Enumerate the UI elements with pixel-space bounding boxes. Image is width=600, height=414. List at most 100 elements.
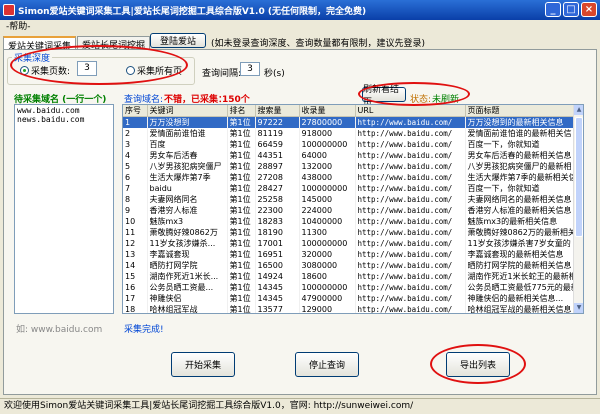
table-cell: 哈林组冠军战的最新相关信息 <box>465 304 576 313</box>
col-header-indexed[interactable]: 收录量 <box>299 105 356 117</box>
table-cell: 27208 <box>255 172 300 183</box>
table-cell: 晒防打网学院 <box>147 260 228 271</box>
start-collect-button[interactable]: 开始采集 <box>171 352 235 377</box>
table-cell: http://www.baidu.com/ <box>355 238 466 249</box>
table-scrollbar[interactable]: ▲ ▼ <box>573 105 583 313</box>
col-header-index[interactable]: 序号 <box>123 105 148 117</box>
login-button[interactable]: 登陆爱站 <box>150 33 206 48</box>
table-cell: http://www.baidu.com/ <box>355 260 466 271</box>
table-row[interactable]: 8 夫妻网络同名 第1位 25258 145000 http://www.baidu.co… <box>123 194 576 205</box>
table-cell: 第1位 <box>227 293 256 304</box>
table-cell: 64000 <box>299 150 356 161</box>
table-cell: 万万没想到 <box>147 116 228 128</box>
radio-checked-icon <box>20 66 29 75</box>
table-cell: 11岁女孩涉嫌杀害7岁女童的 <box>465 238 576 249</box>
table-cell: http://www.baidu.com/ <box>355 271 466 282</box>
stop-query-button[interactable]: 停止查询 <box>295 352 359 377</box>
table-row[interactable]: 1 万万没想到 第1位 97222 27800000 http://www.baidu.c… <box>123 116 576 128</box>
table-row[interactable]: 14 晒防打网学院 第1位 16500 3080000 http://www.baidu.… <box>123 260 576 271</box>
table-cell: 神雕侠侣 <box>147 293 228 304</box>
close-icon[interactable]: × <box>581 2 597 17</box>
table-cell: 13577 <box>255 304 300 313</box>
table-cell: 第1位 <box>227 216 256 227</box>
table-row[interactable]: 18 哈林组冠军战 第1位 13577 129000 http://www.baidu.c… <box>123 304 576 313</box>
col-header-search-volume[interactable]: 搜索量 <box>255 105 300 117</box>
table-cell: 11300 <box>299 227 356 238</box>
table-cell: 100000000 <box>299 282 356 293</box>
table-cell: 爱情面前谁怕谁 <box>147 128 228 139</box>
col-header-rank[interactable]: 排名 <box>227 105 256 117</box>
table-cell: 第1位 <box>227 183 256 194</box>
table-cell: 1 <box>123 116 148 128</box>
table-cell: 百度一下，你就知道 <box>465 139 576 150</box>
table-cell: http://www.baidu.com/ <box>355 161 466 172</box>
table-row[interactable]: 6 生活大爆炸第7季 第1位 27208 438000 http://www.baidu.… <box>123 172 576 183</box>
table-cell: 10400000 <box>299 216 356 227</box>
table-cell: 14345 <box>255 293 300 304</box>
pages-radio[interactable]: 采集页数: <box>20 64 70 77</box>
table-cell: 17001 <box>255 238 300 249</box>
maximize-icon[interactable]: □ <box>563 2 579 17</box>
pages-radio-label: 采集页数: <box>31 67 71 77</box>
table-cell: 生活大爆炸第7季 <box>147 172 228 183</box>
table-row[interactable]: 11 萧敬腾好辣0862万 第1位 18190 11300 http://www.baid… <box>123 227 576 238</box>
table-cell: 44351 <box>255 150 300 161</box>
table-row[interactable]: 12 11岁女孩涉嫌杀... 第1位 17001 100000000 http://www… <box>123 238 576 249</box>
table-cell: 第1位 <box>227 271 256 282</box>
col-header-url[interactable]: URL <box>355 105 466 117</box>
minimize-icon[interactable]: _ <box>545 2 561 17</box>
table-cell: 17 <box>123 293 148 304</box>
table-cell: 第1位 <box>227 139 256 150</box>
app-icon <box>3 4 15 16</box>
all-pages-radio[interactable]: 采集所有页 <box>126 64 182 77</box>
table-cell: http://www.baidu.com/ <box>355 304 466 313</box>
table-cell: 第1位 <box>227 227 256 238</box>
domain-textarea[interactable]: www.baidu.com news.baidu.com <box>14 104 114 314</box>
table-cell: 129000 <box>299 304 356 313</box>
table-cell: 百度 <box>147 139 228 150</box>
table-cell: 2 <box>123 128 148 139</box>
table-cell: 夫妻网络同名的最新相关信息 <box>465 194 576 205</box>
table-row[interactable]: 9 香港穷人标准 第1位 22300 224000 http://www.baidu.co… <box>123 205 576 216</box>
table-cell: 47900000 <box>299 293 356 304</box>
scroll-down-icon[interactable]: ▼ <box>574 303 583 313</box>
scroll-up-icon[interactable]: ▲ <box>574 105 583 115</box>
table-cell: 生活大爆炸第7季的最新相关信 <box>465 172 576 183</box>
table-cell: 14 <box>123 260 148 271</box>
menu-bar: -帮助- <box>0 20 600 34</box>
scroll-thumb[interactable] <box>575 117 583 237</box>
table-row[interactable]: 2 爱情面前谁怕谁 第1位 81119 918000 http://www.baidu.c… <box>123 128 576 139</box>
menu-help[interactable]: -帮助- <box>6 22 31 32</box>
interval-input[interactable]: 3 <box>240 62 260 76</box>
table-row[interactable]: 13 李嘉诚套现 第1位 16951 320000 http://www.baidu.co… <box>123 249 576 260</box>
table-cell: 4 <box>123 150 148 161</box>
table-cell: 10 <box>123 216 148 227</box>
table-cell: 第1位 <box>227 282 256 293</box>
table-cell: 7 <box>123 183 148 194</box>
table-row[interactable]: 4 男女车后活春 第1位 44351 64000 http://www.baidu.com… <box>123 150 576 161</box>
pages-input[interactable]: 3 <box>77 61 97 76</box>
table-row[interactable]: 15 湖南作死近1米长... 第1位 14924 18600 http://www.bai… <box>123 271 576 282</box>
table-cell: 13 <box>123 249 148 260</box>
title-bar: Simon爱站关键词采集工具|爱站长尾词挖掘工具综合版V1.0 (无任何限制，完… <box>0 0 600 20</box>
results-table[interactable]: 序号 关键词 排名 搜索量 收录量 URL 页面标题 1 万万没想到 第1位 9722… <box>122 104 584 314</box>
table-cell: 28427 <box>255 183 300 194</box>
table-cell: 18190 <box>255 227 300 238</box>
table-row[interactable]: 16 公务员晒工资最... 第1位 14345 100000000 http://www.… <box>123 282 576 293</box>
table-cell: http://www.baidu.com/ <box>355 227 466 238</box>
table-row[interactable]: 3 百度 第1位 66459 100000000 http://www.baidu.com… <box>123 139 576 150</box>
table-row[interactable]: 10 魅族mx3 第1位 18283 10400000 http://www.baidu.… <box>123 216 576 227</box>
table-cell: 16500 <box>255 260 300 271</box>
col-header-keyword[interactable]: 关键词 <box>147 105 228 117</box>
table-row[interactable]: 5 八岁男孩犯病突僵尸 第1位 28897 132000 http://www.baidu… <box>123 161 576 172</box>
col-header-page-title[interactable]: 页面标题 <box>465 105 576 117</box>
export-list-button[interactable]: 导出列表 <box>446 352 510 377</box>
refresh-button[interactable]: 刷新看结页 <box>362 85 406 108</box>
table-cell: 魅族mx3 <box>147 216 228 227</box>
table-cell: 16951 <box>255 249 300 260</box>
table-row[interactable]: 17 神雕侠侣 第1位 14345 47900000 http://www.baidu.c… <box>123 293 576 304</box>
table-row[interactable]: 7 baidu 第1位 28427 100000000 http://www.baidu.… <box>123 183 576 194</box>
table-cell: 公务员晒工资最低775元的最新 <box>465 282 576 293</box>
table-cell: 224000 <box>299 205 356 216</box>
table-cell: 第1位 <box>227 172 256 183</box>
